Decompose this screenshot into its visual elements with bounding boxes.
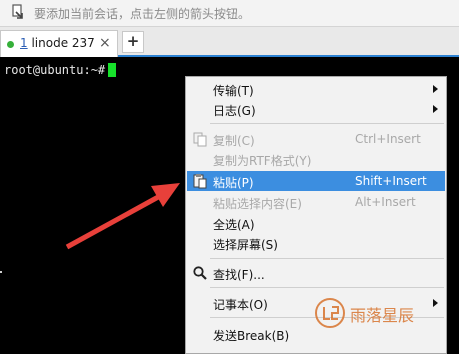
watermark-logo-icon xyxy=(315,298,345,328)
session-tab-bar: 1 linode 237 × + xyxy=(0,27,459,57)
menu-item-copy-rtf[interactable]: 复制为RTF格式(Y) xyxy=(187,149,445,169)
menu-separator xyxy=(210,258,444,259)
tab-number: 1 xyxy=(20,36,28,50)
menu-item-label: 复制(C) xyxy=(213,134,255,148)
submenu-arrow-icon xyxy=(433,105,438,113)
tab-name: linode 237 xyxy=(31,36,95,50)
menu-separator xyxy=(210,287,444,288)
watermark-text: 雨落星辰 xyxy=(350,306,415,325)
copy-icon xyxy=(193,132,207,147)
submenu-arrow-icon xyxy=(433,85,438,93)
menu-item-label: 粘贴(P) xyxy=(213,176,254,190)
tab-linode-237[interactable]: 1 linode 237 × xyxy=(0,30,118,57)
session-hint-bar: 要添加当前会话，点击左侧的箭头按钮。 xyxy=(0,0,459,27)
menu-item-label: 传输(T) xyxy=(213,84,254,98)
new-tab-button[interactable]: + xyxy=(122,31,144,53)
menu-item-label: 记事本(O) xyxy=(213,298,268,312)
watermark: 雨落星辰 xyxy=(312,296,452,330)
menu-item-transfer[interactable]: 传输(T) xyxy=(187,79,445,99)
paste-icon xyxy=(193,174,207,189)
menu-separator xyxy=(210,123,444,124)
menu-item-label: 复制为RTF格式(Y) xyxy=(213,154,312,168)
menu-item-shortcut: Alt+Insert xyxy=(355,195,416,209)
menu-item-label: 选择屏幕(S) xyxy=(213,238,278,252)
menu-item-select-all[interactable]: 全选(A) xyxy=(187,213,445,233)
tab-close-icon[interactable]: × xyxy=(99,35,111,51)
menu-item-select-screen[interactable]: 选择屏幕(S) xyxy=(187,233,445,253)
menu-item-copy[interactable]: 复制(C) Ctrl+Insert xyxy=(187,129,445,149)
connection-status-dot xyxy=(7,41,14,48)
menu-item-shortcut: Shift+Insert xyxy=(355,174,427,188)
menu-item-find[interactable]: 查找(F)... xyxy=(187,263,445,283)
menu-item-log[interactable]: 日志(G) xyxy=(187,99,445,119)
session-hint-text: 要添加当前会话，点击左侧的箭头按钮。 xyxy=(34,7,251,21)
menu-item-paste-selection[interactable]: 粘贴选择内容(E) Alt+Insert xyxy=(187,192,445,212)
add-session-hint-icon[interactable] xyxy=(10,4,26,20)
menu-item-label: 查找(F)... xyxy=(213,268,265,282)
menu-item-paste[interactable]: 粘贴(P) Shift+Insert xyxy=(187,171,445,191)
menu-item-label: 日志(G) xyxy=(213,104,256,118)
terminal-cursor xyxy=(108,63,116,77)
terminal-artifact xyxy=(0,271,2,273)
tab-label: 1 linode 237 xyxy=(20,36,95,50)
magnifier-icon xyxy=(193,266,207,280)
menu-item-label: 粘贴选择内容(E) xyxy=(213,197,302,211)
menu-item-label: 发送Break(B) xyxy=(213,329,290,343)
menu-item-label: 全选(A) xyxy=(213,218,255,232)
menu-item-shortcut: Ctrl+Insert xyxy=(355,132,421,146)
shell-prompt: root@ubuntu:~# xyxy=(4,63,106,77)
